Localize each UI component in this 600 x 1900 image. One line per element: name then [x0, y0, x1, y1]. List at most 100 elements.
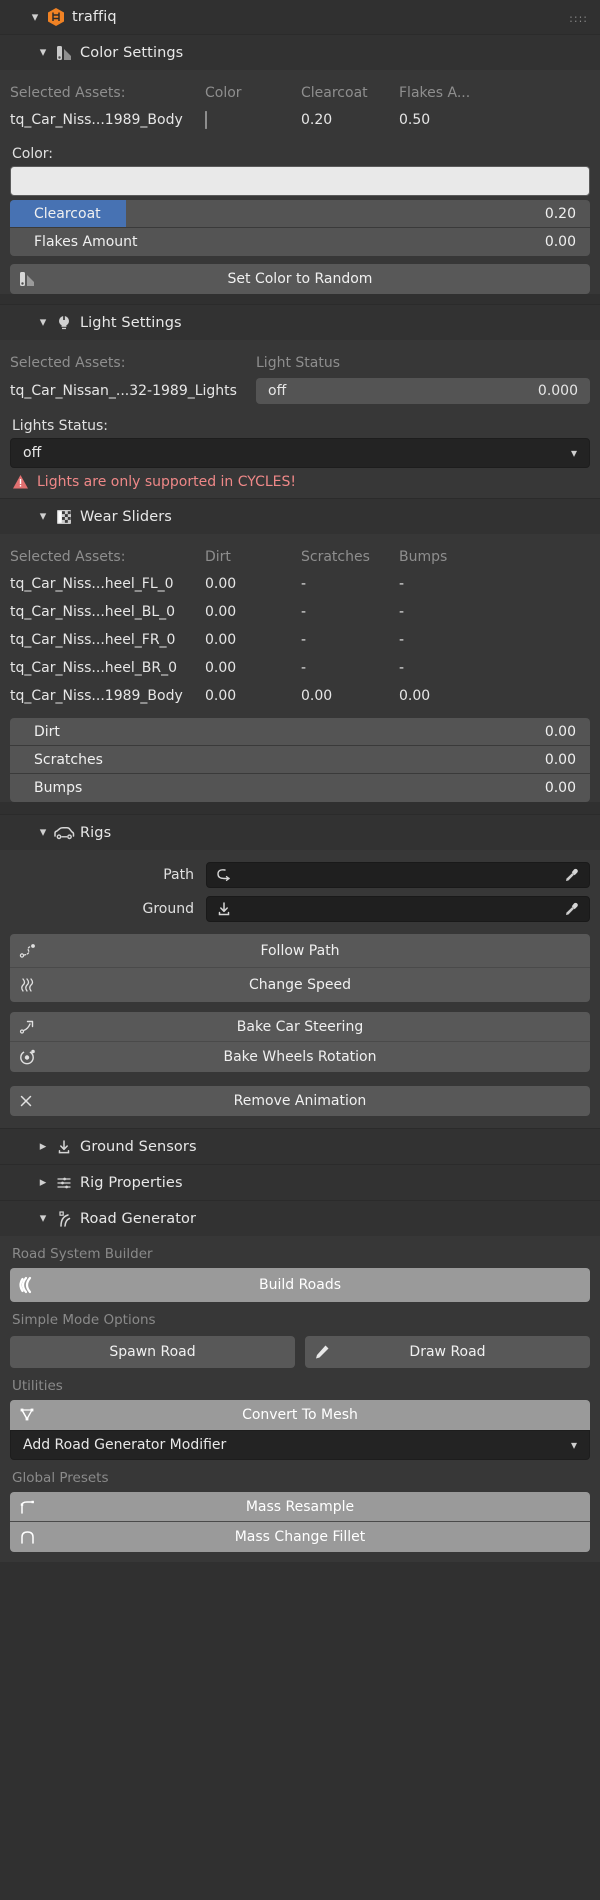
- chevron-down-icon[interactable]: ▾: [34, 45, 52, 60]
- rigs-body: Path Ground: [0, 850, 600, 1128]
- slider-scratches[interactable]: Scratches 0.00: [10, 746, 590, 774]
- slider-dirt[interactable]: Dirt 0.00: [10, 718, 590, 746]
- addon-header[interactable]: ▾ traffiq ::::: [0, 0, 600, 34]
- slider-label: Scratches: [10, 752, 103, 768]
- warning-triangle-icon: [12, 474, 29, 490]
- dirt-value[interactable]: 0.00: [205, 660, 301, 676]
- pencil-icon: [313, 1343, 331, 1361]
- spawn-road-button[interactable]: Spawn Road: [10, 1336, 295, 1368]
- asset-name: tq_Car_Niss...heel_FR_0: [10, 632, 205, 648]
- change-speed-button[interactable]: Change Speed: [10, 968, 590, 1002]
- chevron-right-icon[interactable]: ▸: [34, 1175, 52, 1190]
- scratches-value[interactable]: 0.00: [301, 688, 399, 704]
- section-label: Rigs: [80, 825, 111, 841]
- mesh-triangle-icon: [18, 1406, 36, 1424]
- car-icon: [52, 823, 76, 843]
- asset-name: tq_Car_Nissan_...32-1989_Lights: [10, 383, 256, 399]
- eyedropper-icon[interactable]: [563, 867, 581, 883]
- fillet-arc-icon: [18, 1528, 38, 1546]
- steering-arrow-icon: [18, 1018, 38, 1036]
- chevron-down-icon[interactable]: ▾: [34, 315, 52, 330]
- dirt-value[interactable]: 0.00: [205, 688, 301, 704]
- asset-name: tq_Car_Niss...1989_Body: [10, 112, 205, 128]
- remove-animation-button[interactable]: Remove Animation: [10, 1086, 590, 1116]
- dirt-value[interactable]: 0.00: [205, 604, 301, 620]
- section-label: Ground Sensors: [80, 1139, 197, 1155]
- flakes-value[interactable]: 0.50: [399, 112, 489, 128]
- draw-road-button[interactable]: Draw Road: [305, 1336, 590, 1368]
- set-color-to-random-button[interactable]: Set Color to Random: [10, 264, 590, 294]
- warning-text: Lights are only supported in CYCLES!: [37, 474, 296, 490]
- table-row: tq_Car_Niss...heel_BL_0 0.00 - -: [10, 598, 590, 626]
- build-roads-button[interactable]: Build Roads: [10, 1268, 590, 1302]
- slider-label: Dirt: [10, 724, 60, 740]
- road-arcs-icon: [18, 1275, 40, 1295]
- dirt-value[interactable]: 0.00: [205, 576, 301, 592]
- asset-name: tq_Car_Niss...heel_BL_0: [10, 604, 205, 620]
- wear-grid-icon: [52, 507, 76, 527]
- color-picker-bar[interactable]: [10, 166, 590, 196]
- dirt-value[interactable]: 0.00: [205, 632, 301, 648]
- section-header-color-settings[interactable]: ▾ Color Settings: [0, 34, 600, 70]
- add-road-generator-modifier-dropdown[interactable]: Add Road Generator Modifier ▾: [10, 1430, 590, 1460]
- mass-change-fillet-button[interactable]: Mass Change Fillet: [10, 1522, 590, 1552]
- button-label: Draw Road: [305, 1344, 590, 1360]
- chevron-down-icon[interactable]: ▾: [34, 1211, 52, 1226]
- chevron-down-icon[interactable]: ▾: [26, 10, 44, 25]
- scratches-value: -: [301, 632, 399, 648]
- global-presets-label: Global Presets: [10, 1460, 590, 1490]
- light-status-field[interactable]: off 0.000: [256, 378, 590, 404]
- path-input[interactable]: [206, 862, 590, 888]
- section-header-ground-sensors[interactable]: ▸ Ground Sensors: [0, 1128, 600, 1164]
- section-header-rig-properties[interactable]: ▸ Rig Properties: [0, 1164, 600, 1200]
- follow-path-button[interactable]: Follow Path: [10, 934, 590, 968]
- light-status-text: off: [268, 383, 286, 399]
- wear-sliders-group: Dirt 0.00 Scratches 0.00 Bumps 0.00: [10, 718, 590, 802]
- button-label: Mass Resample: [10, 1499, 590, 1515]
- lights-status-dropdown[interactable]: off ▾: [10, 438, 590, 468]
- slider-label: Bumps: [10, 780, 82, 796]
- slider-label: Flakes Amount: [10, 234, 138, 250]
- table-header-row: Selected Assets: Dirt Scratches Bumps: [10, 544, 590, 570]
- chevron-right-icon[interactable]: ▸: [34, 1139, 52, 1154]
- rig-action-group: Follow Path Change Speed: [10, 934, 590, 1002]
- slider-value: 0.00: [545, 724, 590, 740]
- table-row: tq_Car_Nissan_...32-1989_Lights off 0.00…: [10, 376, 590, 406]
- asset-name: tq_Car_Niss...1989_Body: [10, 688, 205, 704]
- section-header-road-generator[interactable]: ▾ Road Generator: [0, 1200, 600, 1236]
- col-clearcoat: Clearcoat: [301, 85, 399, 101]
- clearcoat-value[interactable]: 0.20: [301, 112, 399, 128]
- button-label: Change Speed: [10, 977, 590, 993]
- slider-label: Clearcoat: [10, 206, 101, 222]
- section-header-light-settings[interactable]: ▾ Light Settings: [0, 304, 600, 340]
- eyedropper-icon[interactable]: [563, 901, 581, 917]
- bumps-value: -: [399, 604, 489, 620]
- slider-flakes-amount[interactable]: Flakes Amount 0.00: [10, 228, 590, 256]
- bake-car-steering-button[interactable]: Bake Car Steering: [10, 1012, 590, 1042]
- color-assets-table: Selected Assets: Color Clearcoat Flakes …: [10, 70, 590, 138]
- mass-resample-button[interactable]: Mass Resample: [10, 1492, 590, 1522]
- dropdown-value: off: [23, 445, 41, 461]
- chevron-down-icon[interactable]: ▾: [34, 825, 52, 840]
- simple-mode-buttons: Spawn Road Draw Road: [10, 1336, 590, 1368]
- section-header-wear-sliders[interactable]: ▾ Wear Sliders: [0, 498, 600, 534]
- grip-dots-icon[interactable]: ::::: [569, 12, 588, 25]
- convert-to-mesh-button[interactable]: Convert To Mesh: [10, 1400, 590, 1430]
- table-row: tq_Car_Niss...1989_Body 0.00 0.00 0.00: [10, 682, 590, 710]
- section-label: Road Generator: [80, 1211, 196, 1227]
- col-selected-assets: Selected Assets:: [10, 549, 205, 565]
- section-header-rigs[interactable]: ▾ Rigs: [0, 814, 600, 850]
- slider-clearcoat[interactable]: Clearcoat 0.20: [10, 200, 590, 228]
- table-header-row: Selected Assets: Color Clearcoat Flakes …: [10, 80, 590, 106]
- button-label: Set Color to Random: [10, 271, 590, 287]
- color-swatch[interactable]: [205, 111, 207, 129]
- button-label: Build Roads: [10, 1277, 590, 1293]
- lights-status-label: Lights Status:: [12, 418, 590, 434]
- ground-input[interactable]: [206, 896, 590, 922]
- bake-wheels-rotation-button[interactable]: Bake Wheels Rotation: [10, 1042, 590, 1072]
- bumps-value[interactable]: 0.00: [399, 688, 489, 704]
- chevron-down-icon[interactable]: ▾: [34, 509, 52, 524]
- slider-bumps[interactable]: Bumps 0.00: [10, 774, 590, 802]
- color-settings-body: Selected Assets: Color Clearcoat Flakes …: [0, 70, 600, 294]
- resample-curve-icon: [18, 1498, 38, 1516]
